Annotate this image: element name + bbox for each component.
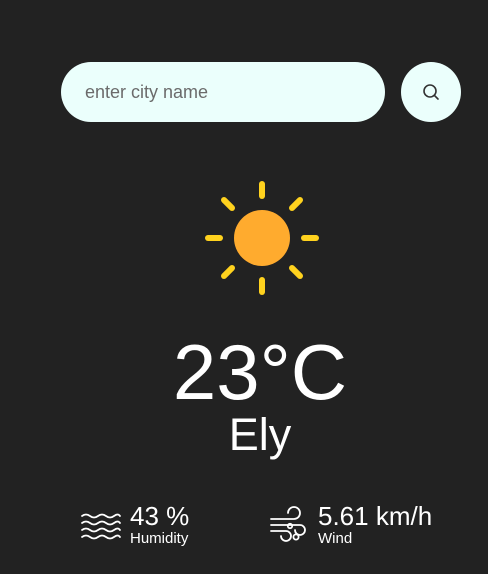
humidity-value: 43 %	[130, 501, 190, 531]
search-icon	[423, 84, 439, 100]
city-name: Ely	[228, 409, 292, 460]
wind-value: 5.61 km/h	[318, 501, 433, 531]
humidity-label: Humidity	[130, 530, 189, 547]
humidity-text: 43 % Humidity	[130, 502, 189, 548]
sun-icon	[205, 181, 319, 295]
wind-icon	[270, 506, 306, 542]
wind-label: Wind	[318, 530, 353, 547]
search-button[interactable]	[401, 62, 461, 122]
humidity-waves-icon	[81, 513, 121, 540]
wind-detail: 5.61 km/h Wind	[268, 502, 432, 548]
temperature: 23°C	[172, 328, 348, 416]
wind-text: 5.61 km/h Wind	[318, 502, 432, 548]
search-input[interactable]	[61, 62, 385, 122]
weather-card: 23°C Ely 43 % Humidity 5.	[0, 0, 488, 574]
humidity-detail: 43 % Humidity	[80, 502, 189, 548]
